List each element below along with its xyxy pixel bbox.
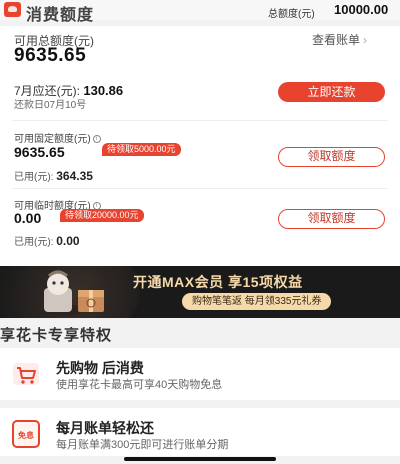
divider (12, 188, 388, 189)
fixed-quota-pending-badge: 待领取5000.00元 (102, 143, 181, 156)
fixed-used-label: 已用(元): (14, 172, 54, 183)
privilege-title: 先购物 后消费 (56, 360, 144, 376)
temp-used-row: 已用(元): 0.00 (14, 233, 80, 248)
fixed-used-row: 已用(元): 364.35 (14, 168, 93, 183)
fixed-quota-value: 9635.65 (14, 144, 65, 160)
chevron-right-icon: › (363, 33, 368, 47)
fixed-used-value: 364.35 (56, 169, 93, 183)
repay-now-button[interactable]: 立即还款 (278, 82, 385, 102)
privilege-item[interactable]: 免息 每月账单轻松还 每月账单满300元即可进行账单分期 (0, 408, 400, 456)
interest-free-icon: 免息 (12, 420, 40, 448)
mascot-with-gift-icon (40, 270, 104, 316)
fixed-quota-label-row: 可用固定额度(元) i (14, 130, 101, 145)
temp-quota-pending-badge: 待领取20000.00元 (60, 209, 144, 222)
privileges-section-title: 享花卡专享特权 (0, 327, 113, 344)
shopping-cart-icon (13, 363, 39, 385)
divider (12, 120, 388, 121)
banner-subtitle: 购物笔笔返 每月领335元礼券 (182, 293, 332, 310)
interest-free-icon-text: 免息 (18, 431, 34, 440)
claim-fixed-quota-button[interactable]: 领取额度 (278, 147, 385, 167)
top-bar: 消费额度 总额度(元) 10000.00 (0, 0, 400, 24)
app-logo-icon (4, 2, 21, 17)
view-bill-label: 查看账单 (312, 33, 361, 47)
info-icon[interactable]: i (92, 135, 101, 144)
page-title: 消费额度 (26, 7, 95, 24)
claim-temp-quota-button[interactable]: 领取额度 (278, 209, 385, 229)
quota-card: 可用总额度(元) 查看账单 › 9635.65 7月应还(元): 130.86 还… (0, 26, 400, 266)
available-total-value: 9635.65 (14, 45, 87, 66)
due-value: 130.86 (83, 83, 124, 98)
max-membership-banner[interactable]: 开通MAX会员 享15项权益 购物笔笔返 每月领335元礼券 (0, 266, 400, 318)
temp-used-label: 已用(元): (14, 237, 54, 248)
temp-quota-value: 0.00 (14, 210, 42, 226)
total-quota-value: 10000.00 (334, 2, 389, 17)
privilege-item[interactable]: 先购物 后消费 使用享花卡最高可享40天购物免息 (0, 348, 400, 400)
temp-used-value: 0.00 (56, 234, 80, 248)
privilege-description: 使用享花卡最高可享40天购物免息 (56, 379, 223, 391)
privilege-title: 每月账单轻松还 (56, 420, 154, 436)
due-date: 还款日07月10号 (14, 100, 87, 111)
total-quota-label: 总额度(元) (268, 9, 315, 20)
banner-title: 开通MAX会员 享15项权益 (133, 274, 303, 290)
home-indicator[interactable] (124, 457, 276, 461)
privilege-description: 每月账单满300元即可进行账单分期 (56, 439, 229, 451)
view-bill-link[interactable]: 查看账单 › (312, 31, 367, 48)
